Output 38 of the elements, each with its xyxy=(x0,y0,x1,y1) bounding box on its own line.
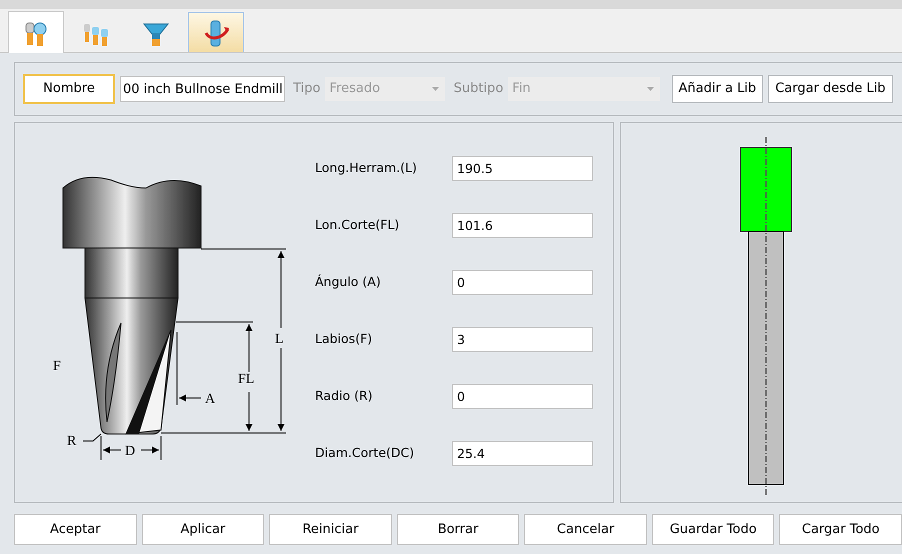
library-button[interactable]: Cargar desde Lib xyxy=(768,75,893,103)
tab[interactable] xyxy=(188,12,244,52)
input-field[interactable]: 190.5 xyxy=(452,156,593,181)
field-label: Radio (R) xyxy=(315,387,374,406)
name-field[interactable]: 00 inch Bullnose Endmill xyxy=(120,76,285,102)
input-field[interactable]: 25.4 xyxy=(452,441,593,466)
library-button[interactable]: Añadir a Lib xyxy=(672,75,764,103)
caret-icon xyxy=(432,87,440,91)
leader-line xyxy=(82,434,102,442)
dimension-label: D xyxy=(125,444,136,459)
dimension-label: L xyxy=(275,332,284,347)
field-label: Subtipo xyxy=(454,80,504,98)
dimension-label: R xyxy=(67,434,76,449)
field-label: Labios(F) xyxy=(315,330,374,348)
action-button[interactable]: Guardar Todo xyxy=(652,514,774,545)
action-button[interactable]: Cancelar xyxy=(524,514,647,545)
dimension-label: A xyxy=(205,392,216,407)
action-button[interactable]: Aceptar xyxy=(14,514,137,545)
dimension-label: FL xyxy=(238,372,254,387)
action-button[interactable]: Aplicar xyxy=(142,514,264,545)
input-field[interactable]: 101.6 xyxy=(452,213,593,238)
field-label: Tipo xyxy=(293,80,320,98)
rotate-icon xyxy=(202,18,230,46)
dimension-line xyxy=(100,436,162,460)
field-label: Diam.Corte(DC) xyxy=(315,444,416,462)
input-field[interactable]: 0 xyxy=(452,270,593,295)
action-button[interactable]: Reiniciar xyxy=(269,514,392,545)
name-button[interactable]: Nombre xyxy=(23,74,115,104)
action-button[interactable]: Cargar Todo xyxy=(779,514,902,545)
field-label: Ángulo (A) xyxy=(315,273,382,292)
input-field[interactable]: 0 xyxy=(452,384,593,409)
tab[interactable] xyxy=(8,11,64,53)
field-label: Long.Herram.(L) xyxy=(315,159,418,178)
caret-icon xyxy=(647,87,654,91)
dimension-label: F xyxy=(53,359,61,374)
input-field[interactable]: 3 xyxy=(452,327,593,352)
action-button[interactable]: Borrar xyxy=(396,514,520,545)
field-label: Lon.Corte(FL) xyxy=(315,216,400,234)
